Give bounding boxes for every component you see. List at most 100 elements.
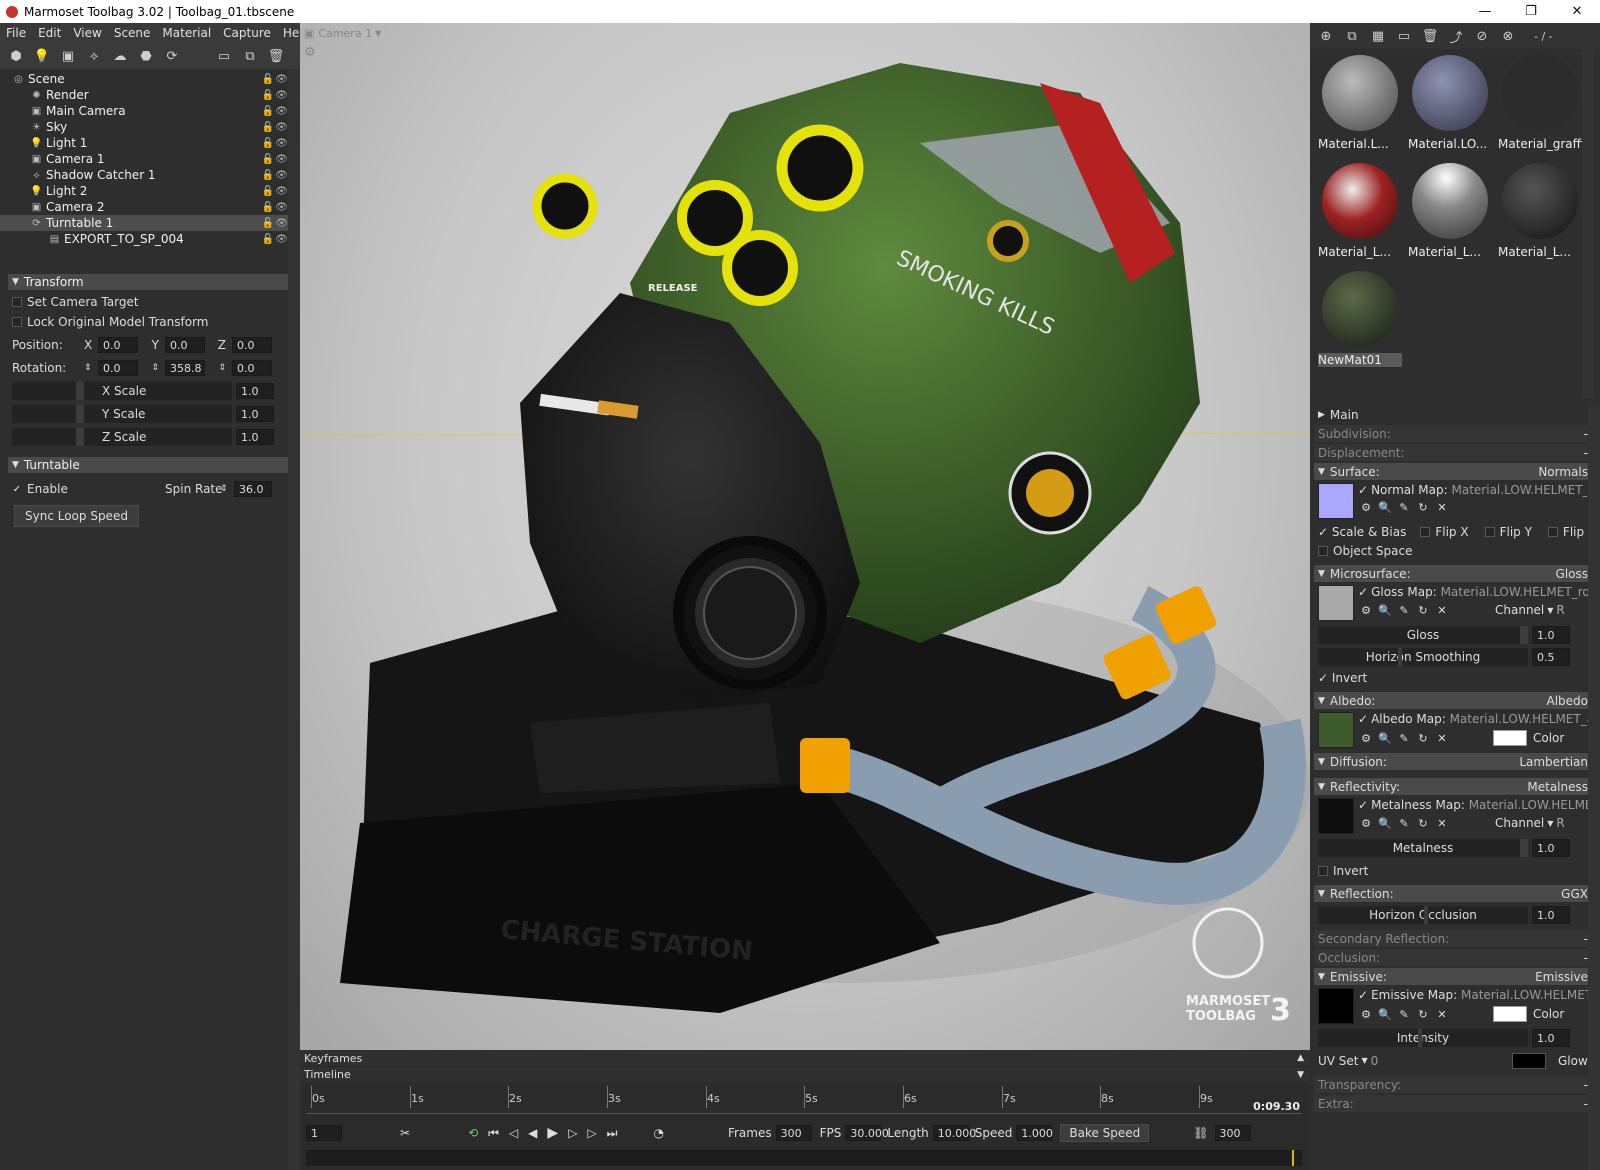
add-mesh-icon[interactable]: ⬢	[6, 46, 26, 66]
menu-edit[interactable]: Edit	[32, 26, 67, 40]
enable-checkbox[interactable]: ✓	[12, 484, 22, 495]
metalness-slider[interactable]: Metalness	[1318, 839, 1528, 857]
gear-icon[interactable]: ⚙	[1360, 1008, 1372, 1021]
reload-icon[interactable]: ↻	[1417, 817, 1429, 830]
minimize-button[interactable]: —	[1462, 0, 1508, 23]
emissive-color-swatch[interactable]	[1493, 1006, 1527, 1022]
horizon-smoothing-field[interactable]: 0.5	[1532, 648, 1570, 666]
gear-icon[interactable]: ⚙	[1360, 732, 1372, 745]
lock-transform-checkbox[interactable]	[12, 317, 22, 327]
set-camera-target-checkbox[interactable]	[12, 297, 22, 307]
gear-icon[interactable]: ⚙	[1360, 604, 1372, 617]
material-thumb[interactable]: Material.L...	[1316, 53, 1403, 157]
gear-icon[interactable]: ⚙	[1360, 817, 1372, 830]
material-thumb[interactable]: Material.LO...	[1406, 53, 1493, 157]
check-icon[interactable]: ✓	[1358, 585, 1368, 599]
horizon-occlusion-field[interactable]: 1.0	[1532, 906, 1570, 924]
close-icon[interactable]: ✕	[1436, 1008, 1448, 1021]
flip-y-checkbox[interactable]	[1484, 526, 1495, 537]
intensity-slider[interactable]: Intensity	[1318, 1029, 1528, 1047]
reflectivity-section[interactable]: ▼ Reflectivity: Metalness	[1314, 778, 1594, 795]
albedo-section[interactable]: ▼ Albedo: Albedo	[1314, 692, 1594, 709]
lock-icon[interactable]: 🔓	[262, 218, 274, 229]
scene-tree-item[interactable]: 💡 Light 1 🔓 👁	[0, 135, 300, 151]
check-icon[interactable]: ✓	[1358, 988, 1368, 1002]
lock-icon[interactable]: 🔓	[262, 154, 274, 165]
horizon-occlusion-slider[interactable]: Horizon Occlusion	[1318, 906, 1528, 924]
pick-material-icon[interactable]: ⊘	[1472, 26, 1492, 46]
horizon-smoothing-slider[interactable]: Horizon Smoothing	[1318, 648, 1528, 666]
material-properties-scrollbar[interactable]	[1588, 406, 1600, 1170]
menu-scene[interactable]: Scene	[108, 26, 157, 40]
scene-tree-item[interactable]: ▤ EXPORT_TO_SP_004 🔓 👁	[0, 231, 300, 247]
timeline-scrollbar[interactable]	[306, 1150, 1302, 1166]
scene-tree-item[interactable]: ▣ Camera 1 🔓 👁	[0, 151, 300, 167]
add-shadow-catcher-icon[interactable]: ⟡	[84, 46, 104, 66]
extra-section[interactable]: Extra: -	[1314, 1095, 1594, 1112]
library-scrollbar[interactable]	[1582, 49, 1594, 399]
step-back-icon[interactable]: ◀	[528, 1126, 537, 1140]
intensity-field[interactable]: 1.0	[1532, 1029, 1570, 1047]
skip-start-icon[interactable]: ⏮	[488, 1126, 499, 1141]
lock-icon[interactable]: 🔓	[262, 234, 274, 245]
pen-icon[interactable]: ✎	[1398, 732, 1410, 745]
lock-icon[interactable]: 🔓	[262, 170, 274, 181]
loop-icon[interactable]: ⟲	[468, 1126, 478, 1140]
lock-icon[interactable]: 🔓	[262, 186, 274, 197]
search-icon[interactable]: 🔍	[1378, 501, 1392, 514]
visibility-eye-icon[interactable]: 👁	[275, 138, 288, 149]
pen-icon[interactable]: ✎	[1398, 1008, 1410, 1021]
export-icon[interactable]: ⊗	[1498, 26, 1518, 46]
slider-handle[interactable]	[1398, 648, 1402, 666]
material-thumb[interactable]: Material_L...	[1406, 161, 1493, 265]
microsurface-section[interactable]: ▼ Microsurface: Gloss	[1314, 565, 1594, 582]
add-fog-icon[interactable]: ☁	[110, 46, 130, 66]
glow-color-swatch[interactable]	[1512, 1052, 1546, 1069]
scissors-icon[interactable]: ✂	[400, 1126, 410, 1140]
spin-arrows-icon[interactable]: ⇕	[84, 363, 98, 373]
add-turntable-icon[interactable]: ⟳	[162, 46, 182, 66]
emissive-map-thumbnail[interactable]	[1318, 988, 1354, 1024]
expand-icon[interactable]: ▲	[1297, 1053, 1304, 1063]
search-icon[interactable]: 🔍	[1378, 817, 1392, 830]
reflection-section[interactable]: ▼ Reflection: GGX	[1314, 885, 1594, 902]
prev-key-icon[interactable]: ◁	[509, 1126, 518, 1140]
add-group-icon[interactable]: ⬣	[136, 46, 156, 66]
spin-rate-field[interactable]: 36.0	[234, 481, 272, 497]
subdivision-section[interactable]: Subdivision: -	[1314, 425, 1594, 442]
gear-icon[interactable]: ⚙	[1360, 501, 1372, 514]
search-icon[interactable]: 🔍	[1378, 1008, 1392, 1021]
reload-icon[interactable]: ↻	[1417, 732, 1429, 745]
pen-icon[interactable]: ✎	[1398, 817, 1410, 830]
reload-icon[interactable]: ↻	[1417, 1008, 1429, 1021]
menu-file[interactable]: File	[0, 26, 32, 40]
object-space-checkbox[interactable]	[1318, 545, 1328, 556]
visibility-eye-icon[interactable]: 👁	[275, 154, 288, 165]
visibility-eye-icon[interactable]: 👁	[275, 106, 288, 117]
lock-transform-row[interactable]: Lock Original Model Transform	[0, 312, 300, 332]
metalness-field[interactable]: 1.0	[1532, 839, 1570, 857]
scene-tree-item[interactable]: ⟳ Turntable 1 🔓 👁	[0, 215, 300, 231]
slider-handle[interactable]	[1520, 626, 1528, 644]
timeline-header[interactable]: Timeline ▼	[300, 1066, 1310, 1082]
chevron-down-icon[interactable]: ▼	[1547, 606, 1553, 615]
gloss-field[interactable]: 1.0	[1532, 626, 1570, 644]
keyframes-header[interactable]: Keyframes ▲	[300, 1050, 1310, 1066]
check-icon[interactable]: ✓	[1318, 525, 1328, 539]
albedo-map-thumbnail[interactable]	[1318, 712, 1354, 748]
z-scale-slider[interactable]: Z Scale	[12, 428, 232, 446]
lock-icon[interactable]: 🔓	[262, 90, 274, 101]
visibility-eye-icon[interactable]: 👁	[275, 218, 288, 229]
set-camera-target-row[interactable]: Set Camera Target	[0, 292, 300, 312]
gloss-slider[interactable]: Gloss	[1318, 626, 1528, 644]
flip-z-checkbox[interactable]	[1547, 526, 1558, 537]
maximize-button[interactable]: ❐	[1508, 0, 1554, 23]
slider-handle[interactable]	[76, 382, 84, 400]
gloss-map-thumbnail[interactable]	[1318, 585, 1354, 621]
displacement-section[interactable]: Displacement: -	[1314, 444, 1594, 461]
speed-field[interactable]: 1.000	[1016, 1125, 1053, 1141]
chevron-down-icon[interactable]: ▼	[1362, 1056, 1368, 1065]
search-icon[interactable]: 🔍	[1378, 732, 1392, 745]
check-icon[interactable]: ✓	[1358, 798, 1368, 812]
main-section[interactable]: ▶ Main	[1314, 406, 1594, 423]
